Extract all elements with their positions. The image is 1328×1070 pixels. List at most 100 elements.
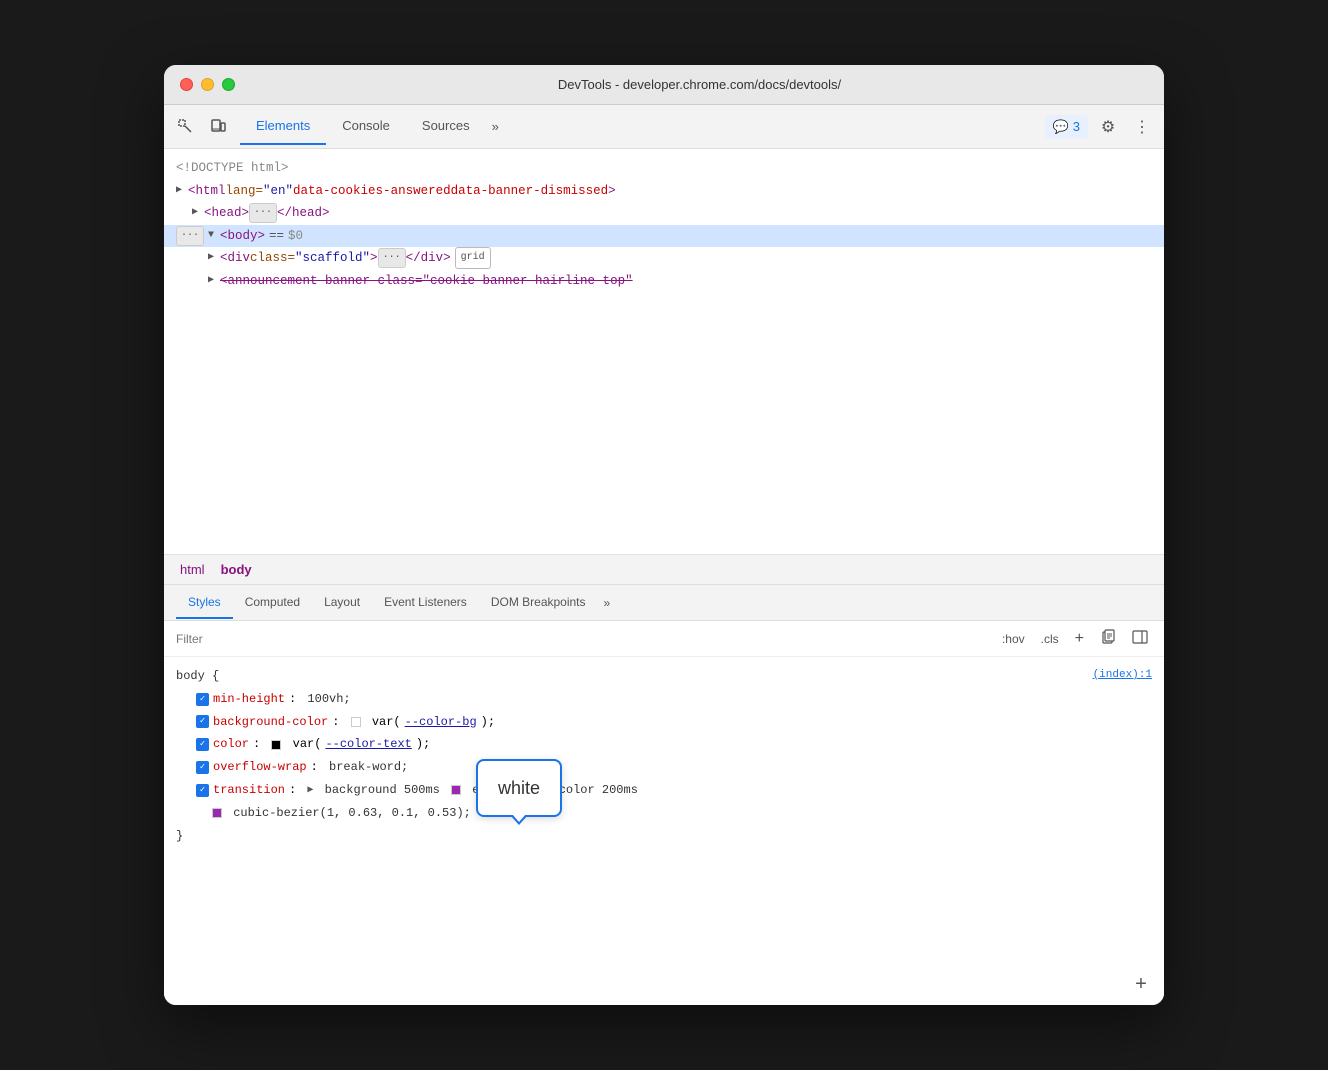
checkbox-bg-color[interactable] [196,715,209,728]
grid-badge[interactable]: grid [455,247,491,269]
var-color: var( [285,733,321,756]
transition-expand[interactable]: ▶ [307,781,313,800]
copy-style-button[interactable] [1096,627,1120,650]
tab-sources[interactable]: Sources [406,108,486,145]
head-tag: <head> [204,202,249,225]
swatch-bezier[interactable] [212,808,222,818]
styles-tab-more[interactable]: » [598,592,617,614]
div-dots[interactable]: ··· [378,248,406,268]
html-open-line[interactable]: ▶ <html lang="en" data-cookies-answered … [176,180,1152,203]
maximize-button[interactable] [222,78,235,91]
tab-more-icon[interactable]: » [486,111,505,142]
prop-overflow-wrap: overflow-wrap [213,756,307,779]
dom-tree[interactable]: <!DOCTYPE html> ▶ <html lang="en" data-c… [164,149,1164,555]
tab-computed[interactable]: Computed [233,587,312,619]
filter-input[interactable] [176,632,998,646]
link-color-text[interactable]: --color-text [325,733,411,756]
css-color-row: color : var( --color-text ); [176,733,1152,756]
announcement-triangle[interactable]: ▶ [208,272,220,290]
window-title: DevTools - developer.chrome.com/docs/dev… [251,77,1148,92]
html-tag-open: <html [188,180,226,203]
html-attr-banner: data-banner-dismissed [451,180,609,203]
tab-event-listeners[interactable]: Event Listeners [372,587,479,619]
body-triangle[interactable]: ▼ [208,227,220,245]
body-tag: <body> [220,225,265,248]
announcement-tag: <announcement-banner class="cookie-banne… [220,270,633,293]
var-bg-color: var( [365,711,401,734]
div-close-bracket: > [370,247,378,270]
prop-transition: transition [213,779,285,802]
css-close-brace-line: } [176,825,1152,848]
devtools-window: DevTools - developer.chrome.com/docs/dev… [164,65,1164,1005]
toolbar-right: 💬 3 ⚙ ⋮ [1045,113,1156,141]
val-min-height: 100vh; [307,688,350,711]
cls-button[interactable]: .cls [1037,630,1063,648]
body-selected-line[interactable]: ··· ▼ <body> == $0 [164,225,1164,248]
add-rule-button[interactable]: + [1130,973,1152,995]
head-line[interactable]: ▶ <head> ··· </head> [176,202,1152,225]
tab-styles[interactable]: Styles [176,587,233,619]
color-tooltip: white [476,759,562,817]
styles-tabs-bar: Styles Computed Layout Event Listeners D… [164,585,1164,621]
div-class-val: "scaffold" [295,247,370,270]
div-triangle[interactable]: ▶ [208,249,220,267]
doctype-text: <!DOCTYPE html> [176,157,289,180]
checkbox-overflow-wrap[interactable] [196,761,209,774]
tooltip-white-text: white [476,759,562,817]
minimize-button[interactable] [201,78,214,91]
color-swatch-bg[interactable] [351,717,361,727]
css-min-height-row: min-height : 100vh; [176,688,1152,711]
colon-min-height: : [289,688,303,711]
checkbox-color[interactable] [196,738,209,751]
toggle-sidebar-button[interactable] [1128,627,1152,650]
color-swatch-text[interactable] [271,740,281,750]
div-scaffold-line[interactable]: ▶ <div class="scaffold" > ··· </div> gri… [176,247,1152,270]
css-transition-cont-row: cubic-bezier(1, 0.63, 0.1, 0.53); [176,802,1152,825]
close-button[interactable] [180,78,193,91]
breadcrumb-body[interactable]: body [217,561,256,578]
div-close-tag: </div> [406,247,451,270]
tab-dom-breakpoints[interactable]: DOM Breakpoints [479,587,598,619]
div-class-attr: class= [250,247,295,270]
css-body-selector: body { [176,669,219,683]
traffic-lights [180,78,235,91]
announcement-line[interactable]: ▶ <announcement-banner class="cookie-ban… [176,270,1152,293]
notifications-badge[interactable]: 💬 3 [1045,115,1088,139]
head-close-tag: </head> [277,202,330,225]
body-ellipsis[interactable]: ··· [176,226,204,246]
html-attr-cookies: data-cookies-answered [293,180,451,203]
link-color-bg[interactable]: --color-bg [405,711,477,734]
swatch-ease[interactable] [451,785,461,795]
settings-icon: ⚙ [1101,117,1115,137]
head-dots[interactable]: ··· [249,203,277,223]
body-equals: == [269,225,284,248]
checkbox-transition[interactable] [196,784,209,797]
css-bg-color-row: background-color : var( --color-bg ); wh… [176,711,1152,734]
checkbox-min-height[interactable] [196,693,209,706]
css-overflow-wrap-row: overflow-wrap : break-word; [176,756,1152,779]
filter-actions: :hov .cls + [998,627,1152,650]
breadcrumb-html[interactable]: html [176,561,209,578]
hov-button[interactable]: :hov [998,630,1029,648]
more-icon: ⋮ [1134,117,1150,137]
colon-overflow-wrap: : [311,756,325,779]
device-toggle-icon[interactable] [204,113,232,141]
settings-button[interactable]: ⚙ [1094,113,1122,141]
top-toolbar: Elements Console Sources » 💬 3 ⚙ ⋮ [164,105,1164,149]
tab-console[interactable]: Console [326,108,406,145]
body-dollar: $0 [288,225,303,248]
colon-bg-color: : [332,711,346,734]
add-style-button[interactable]: + [1071,628,1088,650]
tab-bar: Elements Console Sources » [240,108,1045,145]
head-triangle[interactable]: ▶ [192,204,204,222]
tab-elements[interactable]: Elements [240,108,326,145]
var-close-color: ); [416,733,430,756]
more-options-button[interactable]: ⋮ [1128,113,1156,141]
toolbar-icon-group [172,113,232,141]
chat-icon: 💬 [1053,119,1069,135]
tab-layout[interactable]: Layout [312,587,372,619]
css-source-link[interactable]: (index):1 [1093,665,1152,686]
inspect-icon[interactable] [172,113,200,141]
html-triangle[interactable]: ▶ [176,182,188,200]
css-rules-area[interactable]: (index):1 body { min-height : 100vh; bac… [164,657,1164,1005]
